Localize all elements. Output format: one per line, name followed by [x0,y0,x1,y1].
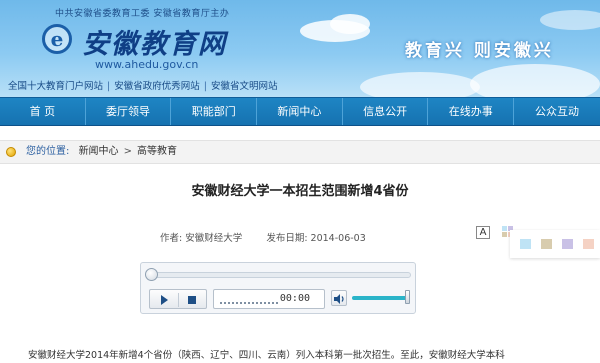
cloud-decoration [470,64,600,97]
audio-player: 00:00 [140,262,416,314]
volume-slider[interactable] [352,296,408,300]
quicklink-separator: | [203,81,207,92]
volume-icon[interactable] [331,290,347,306]
quicklink-item[interactable]: 全国十大教育门户网站 [8,81,103,92]
location-dot-icon [6,147,16,157]
breadcrumb-label: 您的位置: [26,146,70,157]
site-domain: www.ahedu.gov.cn [95,58,199,71]
nav-item-departments[interactable]: 职能部门 [171,98,258,125]
play-icon[interactable] [156,294,172,306]
cloud-decoration [540,10,600,30]
time-display: 00:00 [213,289,325,309]
seek-bar[interactable] [149,272,411,278]
cloud-decoration [330,14,370,34]
nav-item-online-services[interactable]: 在线办事 [428,98,515,125]
quicklinks: 全国十大教育门户网站 | 安徽省政府优秀网站 | 安徽省文明网站 [8,78,277,92]
volume-handle[interactable] [405,290,410,304]
author-label: 作者: [160,233,183,244]
author-value: 安徽财经大学 [185,233,243,244]
article-body-first-line: 安徽财经大学2014年新增4个省份（陕西、辽宁、四川、云南）列入本科第一批次招生… [28,350,505,361]
nav-item-leaders[interactable]: 委厅领导 [86,98,172,125]
font-size-toggle-button[interactable]: A [476,226,490,239]
playback-controls [149,289,207,309]
nav-item-info-disclosure[interactable]: 信息公开 [343,98,429,125]
controls-divider [178,293,179,307]
swatch-light-blue[interactable] [520,239,531,249]
date-value: 2014-06-03 [310,233,366,244]
main-nav: 首 页 委厅领导 职能部门 新闻中心 信息公开 在线办事 公众互动 [0,97,600,126]
date-label: 发布日期: [266,233,308,244]
slogan: 教育兴 则安徽兴 [405,41,554,61]
nav-item-home[interactable]: 首 页 [0,98,86,125]
breadcrumb-link-news[interactable]: 新闻中心 [79,146,119,157]
breadcrumb-link-higher-ed[interactable]: 高等教育 [137,146,177,157]
stop-icon[interactable] [184,294,200,306]
cloud-decoration [360,72,480,97]
buffer-indicator [220,302,278,304]
site-logo-text[interactable]: 安徽教育网 [82,22,227,61]
breadcrumb-separator: > [123,146,132,157]
swatch-tan[interactable] [541,239,552,249]
background-color-swatches [510,230,600,258]
article-title: 安徽财经大学一本招生范围新增4省份 [191,184,409,199]
quicklink-separator: | [107,81,111,92]
breadcrumb: 您的位置: 新闻中心 > 高等教育 [0,140,600,164]
time-text: 00:00 [279,293,310,304]
site-logo-icon[interactable]: e [42,24,72,54]
nav-item-public-interaction[interactable]: 公众互动 [514,98,600,125]
quicklink-item[interactable]: 安徽省文明网站 [211,81,278,92]
quicklink-item[interactable]: 安徽省政府优秀网站 [114,81,200,92]
nav-item-news[interactable]: 新闻中心 [257,98,343,125]
swatch-peach[interactable] [583,239,594,249]
seek-handle[interactable] [145,268,158,281]
site-header: 中共安徽省委教育工委 安徽省教育厅主办 e 安徽教育网 www.ahedu.go… [0,0,600,97]
swatch-lavender[interactable] [562,239,573,249]
org-line: 中共安徽省委教育工委 安徽省教育厅主办 [55,9,230,19]
article-meta: 作者: 安徽财经大学 发布日期: 2014-06-03 [160,230,366,244]
